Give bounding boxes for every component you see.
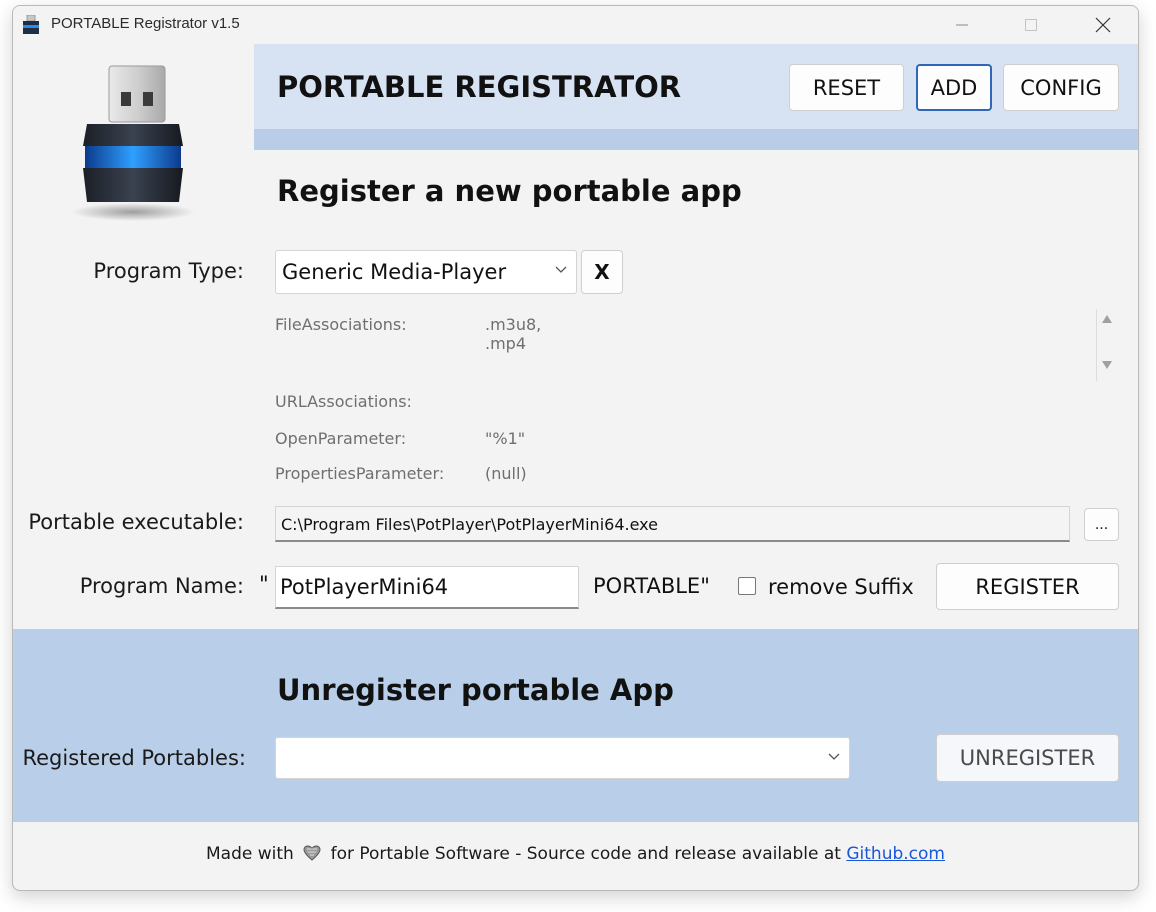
browse-button[interactable]: ... [1084, 508, 1119, 541]
footer-text-after: for Portable Software - Source code and … [330, 844, 841, 864]
registered-portables-select[interactable] [275, 737, 850, 779]
executable-path-field[interactable]: C:\Program Files\PotPlayer\PotPlayerMini… [275, 506, 1070, 542]
config-button[interactable]: CONFIG [1003, 64, 1119, 111]
chevron-down-icon [828, 753, 840, 760]
program-type-label: Program Type: [93, 259, 244, 283]
scrollbar-track[interactable] [1096, 309, 1097, 381]
properties-list: FileAssociations: .m3u8, .mp4 URLAssocia… [275, 309, 1075, 489]
executable-path-value: C:\Program Files\PotPlayer\PotPlayerMini… [281, 515, 658, 534]
property-value: (null) [485, 464, 527, 483]
portable-suffix-text: PORTABLE" [593, 574, 710, 598]
program-name-value: PotPlayerMini64 [280, 575, 449, 599]
close-button[interactable] [1075, 6, 1131, 44]
app-title: PORTABLE REGISTRATOR [277, 70, 682, 104]
property-key: FileAssociations: [275, 315, 407, 334]
property-value: "%1" [485, 429, 526, 448]
close-icon [1095, 17, 1111, 33]
minimize-button[interactable] [934, 6, 990, 44]
remove-suffix-checkbox[interactable] [738, 577, 756, 595]
footer: Made with for Portable Software - Source… [13, 844, 1138, 864]
chevron-down-icon [555, 266, 567, 273]
scroll-up-icon[interactable] [1101, 314, 1113, 324]
maximize-button[interactable] [1003, 6, 1059, 44]
property-key: URLAssociations: [275, 392, 412, 411]
maximize-icon [1025, 19, 1037, 31]
minimize-icon [956, 24, 968, 26]
program-name-open-quote: " [259, 572, 269, 596]
footer-text-before: Made with [205, 844, 294, 864]
program-name-label: Program Name: [79, 574, 244, 598]
remove-suffix-label[interactable]: remove Suffix [768, 575, 914, 599]
window-title: PORTABLE Registrator v1.5 [51, 15, 240, 32]
register-button[interactable]: REGISTER [936, 563, 1119, 610]
heart-icon [303, 845, 321, 861]
unregister-panel [13, 629, 1138, 822]
property-value: .m3u8, .mp4 [485, 315, 542, 353]
app-window: PORTABLE Registrator v1.5 PORTABLE REGIS… [12, 5, 1139, 891]
register-section-title: Register a new portable app [277, 174, 742, 208]
registered-portables-label: Registered Portables: [22, 746, 246, 770]
usb-drive-logo [71, 65, 195, 221]
reset-button[interactable]: RESET [789, 64, 904, 111]
github-link[interactable]: Github.com [846, 844, 945, 864]
clear-program-type-button[interactable]: X [581, 250, 623, 294]
add-button[interactable]: ADD [916, 64, 992, 111]
scroll-down-icon[interactable] [1101, 360, 1113, 370]
unregister-button[interactable]: UNREGISTER [936, 734, 1119, 782]
program-type-select[interactable]: Generic Media-Player [275, 250, 577, 294]
executable-label: Portable executable: [28, 510, 244, 534]
title-bar: PORTABLE Registrator v1.5 [13, 6, 1138, 44]
property-key: OpenParameter: [275, 429, 407, 448]
usb-drive-icon [23, 15, 39, 34]
property-key: PropertiesParameter: [275, 464, 445, 483]
program-name-field[interactable]: PotPlayerMini64 [275, 566, 579, 609]
unregister-section-title: Unregister portable App [277, 673, 674, 707]
program-type-value: Generic Media-Player [282, 260, 507, 284]
